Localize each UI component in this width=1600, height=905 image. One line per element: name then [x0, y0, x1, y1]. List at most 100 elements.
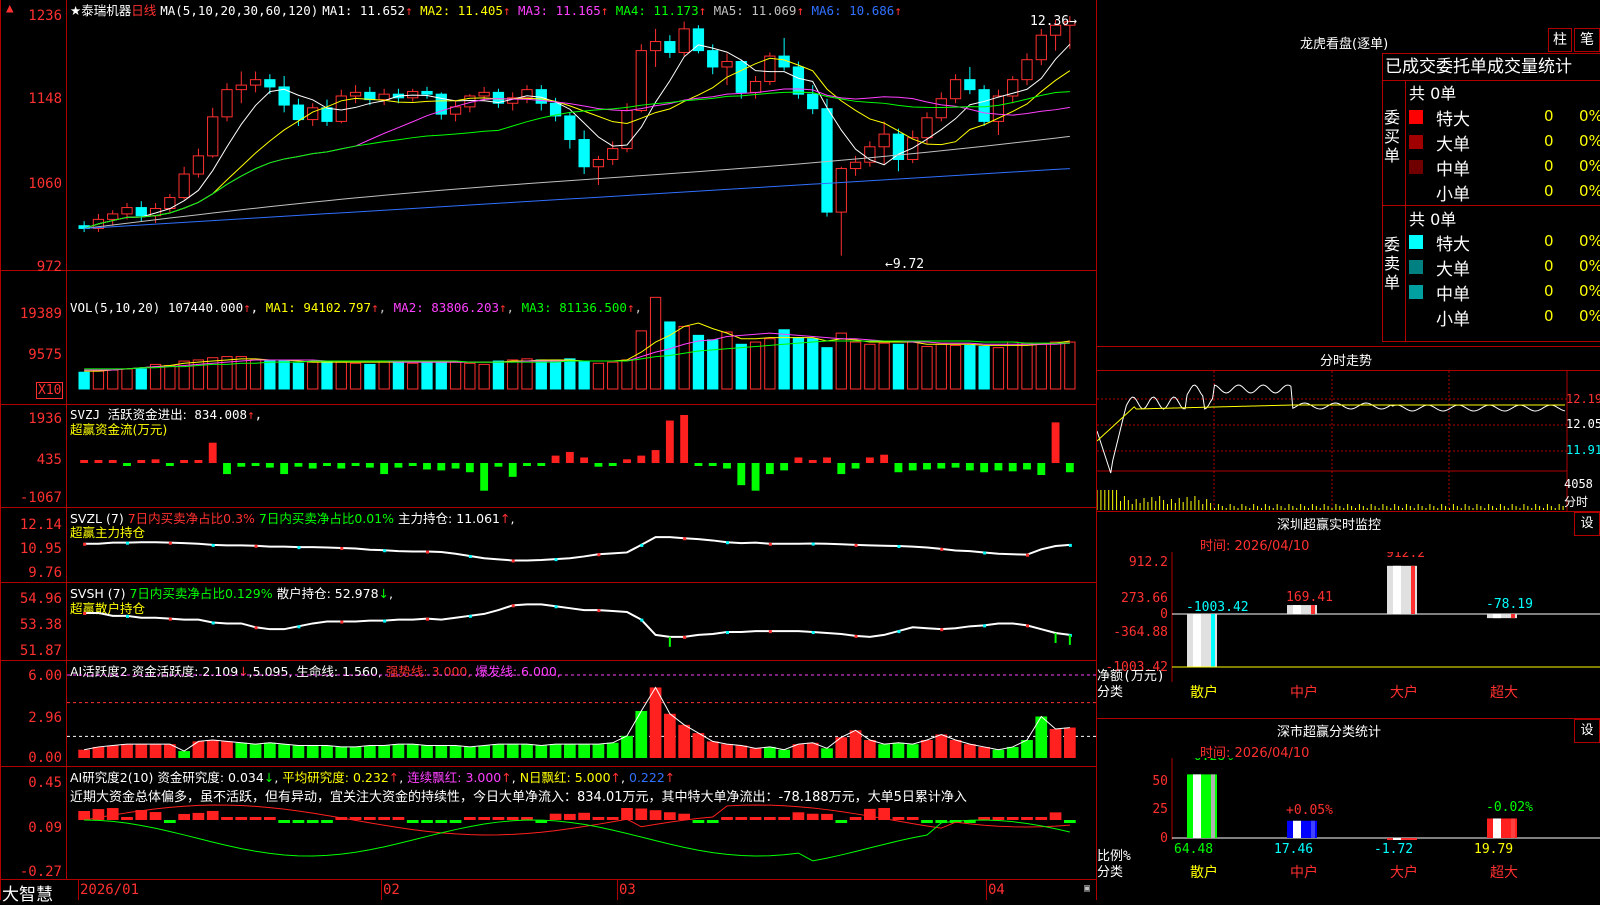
candle	[964, 79, 976, 91]
activity-bar	[506, 744, 519, 758]
activity-bar	[406, 744, 419, 758]
fund-flow-bar	[451, 463, 460, 469]
holding-tick	[383, 619, 387, 623]
research-bar	[921, 820, 933, 823]
research-bar	[321, 820, 333, 823]
category-bar-edge	[1311, 605, 1315, 614]
fund-flow-bar	[708, 463, 717, 466]
volume-bar	[635, 330, 647, 390]
candle	[264, 79, 276, 88]
category-bar-highlight	[1293, 605, 1301, 614]
sz-monitor-settings-button[interactable]: 设	[1574, 512, 1600, 536]
sell-total: 共 0单	[1409, 210, 1457, 229]
activity-bar	[749, 748, 762, 758]
volume-bar	[949, 344, 962, 390]
lhb-row-name: 大单	[1436, 260, 1470, 280]
lock-icon[interactable]: ▣	[1084, 883, 1090, 894]
candle	[707, 50, 719, 68]
bar-bottom-label: 19.79	[1474, 842, 1513, 857]
fund-flow-bar	[994, 463, 1003, 471]
research-bar	[406, 820, 419, 823]
category-bar-highlight	[1393, 838, 1401, 840]
volume-bar	[621, 359, 633, 390]
sz-monitor-chart[interactable]: 912.2273.660-364.88-1003.42-1003.42169.4…	[1097, 552, 1600, 722]
research-bar	[364, 817, 376, 820]
candle	[235, 84, 247, 91]
activity-bar	[721, 744, 733, 758]
candle	[321, 107, 333, 122]
activity-bar	[992, 749, 1005, 758]
tick-mode-button[interactable]: 笔	[1574, 28, 1600, 52]
fund-flow-bar	[608, 463, 617, 466]
activity-bar	[435, 745, 448, 758]
activity-bar	[178, 751, 190, 758]
fund-flow-bar	[108, 460, 117, 463]
holding-tick	[854, 634, 858, 638]
volume-bar	[678, 325, 690, 390]
activity-bar	[135, 744, 148, 758]
holding-tick	[554, 558, 558, 562]
svsh-ytick: 54.96	[19, 591, 62, 607]
fund-flow-bar	[808, 460, 817, 463]
x-axis-title: 分类	[1097, 865, 1123, 880]
fund-flow-bar	[537, 463, 546, 466]
holding-tick	[297, 546, 301, 550]
fund-flow-chart[interactable]	[67, 405, 1096, 507]
research-bar	[449, 820, 462, 823]
bar-bottom-label: 64.48	[1174, 842, 1213, 857]
sz-stats-settings-button[interactable]: 设	[1574, 719, 1600, 743]
ai-research-ytick: -0.27	[19, 864, 62, 880]
research-bar	[206, 810, 219, 820]
volume-bar	[649, 296, 662, 390]
lhb-swatch	[1409, 110, 1423, 124]
bar-mode-button[interactable]: 柱	[1548, 28, 1572, 52]
lhb-row-value: 0	[1544, 107, 1554, 125]
holding-tick	[726, 541, 729, 545]
volume-bar	[807, 338, 819, 390]
retail-holding-chart[interactable]	[67, 583, 1096, 660]
candle	[192, 155, 205, 175]
activity-bar	[1021, 740, 1033, 758]
candlestick-chart[interactable]	[67, 0, 1096, 270]
volume-bar	[535, 359, 547, 390]
fund-flow-bar	[837, 463, 846, 475]
activity-bar	[978, 746, 990, 758]
research-bar	[749, 817, 762, 820]
research-bar	[1049, 812, 1062, 820]
candle	[664, 41, 676, 53]
intraday-chart[interactable]	[1097, 371, 1600, 511]
volume-bar	[92, 370, 105, 390]
research-bar	[192, 812, 205, 820]
volume-bar	[164, 365, 176, 390]
volume-bar	[992, 347, 1005, 390]
fund-flow-bar	[594, 463, 603, 467]
holding-tick	[897, 630, 901, 634]
volume-bar	[264, 360, 276, 390]
fund-flow-bar	[180, 460, 189, 463]
volume-bar	[1064, 341, 1076, 390]
sz-stats-chart[interactable]: 75 50 25 0 -0.28% +0.05% -0.02% 散户 中户 大户 超大 比例%分类 64…	[1097, 758, 1600, 900]
holding-tick	[640, 618, 644, 622]
activity-bar	[849, 730, 862, 758]
bar-bottom-label: 17.46	[1274, 842, 1313, 857]
sz-stats-title: 深市超赢分类统计	[1277, 725, 1382, 740]
fund-flow-bar	[680, 415, 689, 463]
activity-bar	[878, 744, 890, 758]
fund-flow-bar	[637, 455, 646, 463]
activity-chart[interactable]	[67, 661, 1096, 766]
brand-label: 大智慧	[2, 885, 53, 905]
volume-chart[interactable]	[67, 271, 1096, 404]
activity-bar	[121, 744, 133, 758]
category-bar-edge	[1511, 818, 1515, 838]
research-chart[interactable]	[67, 767, 1096, 879]
fund-flow-bar	[751, 463, 760, 491]
fund-flow-bar	[737, 463, 746, 486]
x-axis-label: 02	[383, 882, 400, 898]
svsh-ytick: 53.38	[19, 617, 62, 633]
lhb-title: 龙虎看盘(逐单)	[1300, 37, 1389, 52]
lhb-row-name: 中单	[1436, 285, 1470, 305]
holding-tick	[940, 628, 944, 632]
candle	[821, 108, 833, 213]
fund-flow-bar	[723, 463, 731, 469]
main-holding-chart[interactable]	[67, 508, 1096, 582]
